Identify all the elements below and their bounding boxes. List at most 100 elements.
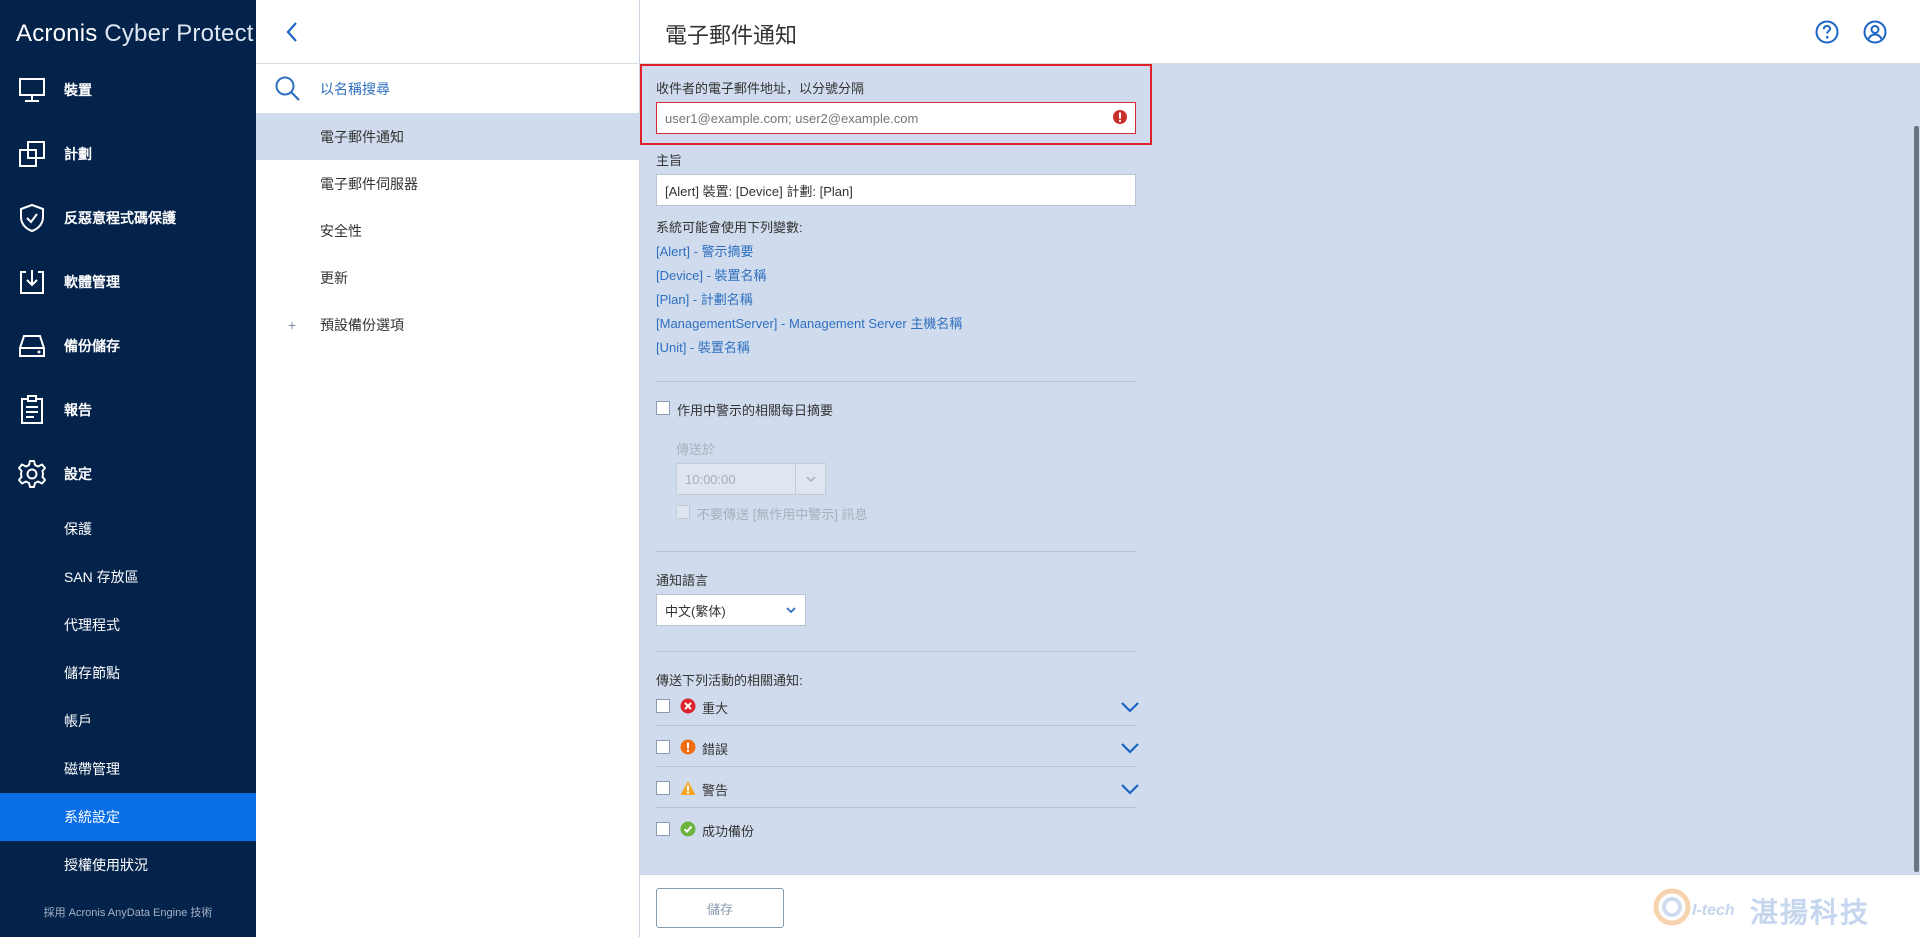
nav-sub-label: 系統設定: [64, 809, 120, 825]
subnav-item-default-backup-options[interactable]: + 預設備份選項: [256, 301, 640, 348]
severity-label: 重大: [702, 701, 729, 716]
main-navigation: Acronis Cyber Protect 裝置 計劃 反惡意程式碼保護 軟體管…: [0, 0, 256, 937]
nav-item-settings[interactable]: 設定: [0, 442, 256, 506]
variable-link-management-server[interactable]: [ManagementServer] - Management Server 主…: [656, 313, 962, 332]
nav-item-label: 計劃: [64, 146, 92, 162]
recipients-email-input[interactable]: [656, 102, 1136, 134]
scrollbar-thumb[interactable]: [1914, 126, 1919, 872]
severity-label: 錯誤: [702, 742, 729, 757]
logo-product: Cyber Protect: [104, 20, 254, 47]
severity-row-warning: 警告: [656, 768, 1139, 808]
chevron-down-icon[interactable]: [1120, 741, 1140, 759]
subnav-item-email-notifications[interactable]: 電子郵件通知: [256, 113, 640, 160]
subnav-item-updates[interactable]: 更新: [256, 254, 640, 301]
nav-item-label: 備份儲存: [64, 338, 120, 354]
nav-item-plans[interactable]: 計劃: [0, 122, 256, 186]
help-icon[interactable]: [1815, 20, 1839, 49]
storage-drive-icon: [16, 330, 48, 362]
language-select[interactable]: 中文(繁体): [656, 594, 806, 626]
severity-row-error: 錯誤: [656, 727, 1139, 767]
settings-subnav: 電子郵件通知 電子郵件伺服器 安全性 更新 + 預設備份選項: [256, 0, 640, 937]
save-button[interactable]: 儲存: [656, 888, 784, 928]
nav-item-devices[interactable]: 裝置: [0, 58, 256, 122]
error-icon: [680, 739, 696, 760]
nav-sub-tape[interactable]: 磁帶管理: [0, 745, 256, 793]
subnav-item-label: 安全性: [320, 222, 362, 239]
watermark-swirl-icon: [1653, 888, 1691, 926]
back-button[interactable]: [278, 18, 306, 46]
section-divider: [656, 381, 1136, 382]
nav-item-label: 軟體管理: [64, 274, 120, 290]
critical-checkbox[interactable]: [656, 699, 670, 713]
nav-item-antimalware[interactable]: 反惡意程式碼保護: [0, 186, 256, 250]
nav-sub-protection[interactable]: 保護: [0, 505, 256, 553]
recipients-label: 收件者的電子郵件地址，以分號分隔: [656, 81, 865, 96]
nav-item-label: 反惡意程式碼保護: [64, 210, 176, 226]
severity-row-success: 成功備份: [656, 809, 1136, 849]
daily-digest-label: 作用中警示的相關每日摘要: [677, 403, 834, 418]
error-checkbox[interactable]: [656, 740, 670, 754]
plans-icon: [16, 138, 48, 170]
section-divider: [656, 651, 1136, 652]
nav-sub-license-usage[interactable]: 授權使用狀況: [0, 841, 256, 889]
warning-icon: [680, 780, 696, 801]
nav-item-software[interactable]: 軟體管理: [0, 250, 256, 314]
clipboard-icon: [16, 394, 48, 426]
nav-sub-label: 保護: [64, 521, 92, 537]
subnav-item-security[interactable]: 安全性: [256, 207, 640, 254]
warning-checkbox[interactable]: [656, 781, 670, 795]
nav-sub-label: SAN 存放區: [64, 569, 139, 585]
subject-label: 主旨: [656, 153, 683, 168]
variable-link-device[interactable]: [Device] - 裝置名稱: [656, 265, 767, 284]
language-value: 中文(繁体): [665, 603, 726, 619]
nav-sub-system-settings[interactable]: 系統設定: [0, 793, 256, 841]
search-icon: [274, 75, 302, 108]
gear-icon: [16, 458, 48, 490]
section-divider: [656, 551, 1136, 552]
severity-row-critical: 重大: [656, 686, 1139, 726]
subnav-header: [256, 0, 640, 64]
subnav-item-email-server[interactable]: 電子郵件伺服器: [256, 160, 640, 207]
nav-sub-label: 儲存節點: [64, 665, 120, 681]
watermark-chinese: 湛揚科技: [1750, 897, 1871, 928]
subnav-item-label: 電子郵件伺服器: [320, 175, 418, 192]
send-at-label: 傳送於: [676, 442, 716, 457]
logo-brand: Acronis: [16, 20, 98, 47]
nav-sub-label: 授權使用狀況: [64, 857, 148, 873]
daily-digest-checkbox[interactable]: [656, 401, 670, 415]
no-alerts-checkbox[interactable]: [676, 505, 690, 519]
engine-footer-note: 採用 Acronis AnyData Engine 技術: [43, 907, 213, 919]
chevron-left-icon: [286, 22, 297, 42]
nav-sub-san[interactable]: SAN 存放區: [0, 553, 256, 601]
send-at-time-select[interactable]: 10:00:00: [676, 463, 826, 495]
nav-item-reports[interactable]: 報告: [0, 378, 256, 442]
expand-plus-icon[interactable]: +: [288, 317, 296, 333]
nav-sub-label: 磁帶管理: [64, 761, 120, 777]
subnav-item-label: 電子郵件通知: [320, 128, 404, 145]
chevron-down-icon[interactable]: [1120, 782, 1140, 800]
nav-item-backup-storage[interactable]: 備份儲存: [0, 314, 256, 378]
shield-icon: [16, 202, 48, 234]
account-icon[interactable]: [1863, 20, 1887, 49]
variable-link-alert[interactable]: [Alert] - 警示摘要: [656, 241, 754, 260]
app-logo: Acronis Cyber Protect: [16, 20, 254, 48]
watermark-logo: I-tech 湛揚科技: [1650, 885, 1910, 929]
nav-sub-storage-nodes[interactable]: 儲存節點: [0, 649, 256, 697]
severity-label: 警告: [702, 783, 729, 798]
variable-link-unit[interactable]: [Unit] - 裝置名稱: [656, 337, 750, 356]
variable-link-plan[interactable]: [Plan] - 計劃名稱: [656, 289, 753, 308]
subnav-search: [256, 64, 640, 114]
watermark-latin: I-tech: [1692, 902, 1735, 919]
chevron-down-icon: [795, 464, 825, 494]
chevron-down-icon: [785, 604, 797, 619]
monitor-icon: [16, 74, 48, 106]
nav-sub-agents[interactable]: 代理程式: [0, 601, 256, 649]
nav-item-label: 報告: [64, 402, 92, 418]
success-checkbox[interactable]: [656, 822, 670, 836]
action-footer: 儲存 I-tech 湛揚科技: [640, 874, 1920, 937]
nav-item-label: 裝置: [64, 82, 92, 98]
search-input[interactable]: [320, 77, 620, 101]
chevron-down-icon[interactable]: [1120, 700, 1140, 718]
subject-input[interactable]: [Alert] 裝置: [Device] 計劃: [Plan]: [656, 174, 1136, 206]
nav-sub-accounts[interactable]: 帳戶: [0, 697, 256, 745]
